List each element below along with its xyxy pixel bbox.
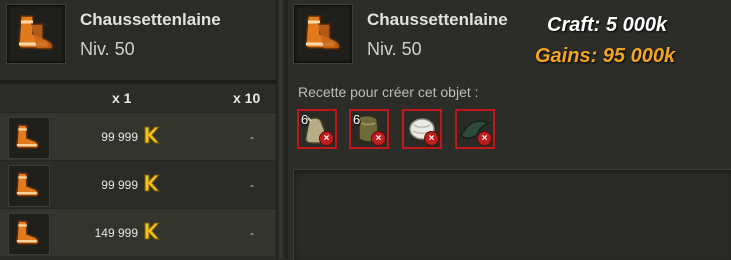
left-separator (0, 80, 276, 84)
ingredient-quantity: 6 (353, 112, 361, 127)
left-item-level: Niv. 50 (80, 39, 135, 59)
price-x10: - (250, 130, 254, 144)
left-item-icon-frame[interactable] (6, 4, 66, 64)
wool-socks-icon (302, 12, 344, 56)
missing-icon: × (372, 132, 385, 145)
ingredient-slot[interactable]: × (455, 109, 495, 149)
table-row[interactable]: 99 999 - (0, 112, 276, 160)
panel-divider (276, 0, 288, 259)
price-x1: 99 999 (101, 130, 138, 144)
right-item-level: Niv. 50 (367, 39, 422, 59)
ingredient-quantity: 6 (301, 112, 309, 127)
price-x1: 149 999 (94, 226, 138, 240)
right-item-header: Chaussettenlaine Niv. 50 (293, 4, 508, 64)
recipe-details-box (293, 169, 731, 260)
right-item-icon-frame[interactable] (293, 4, 353, 64)
wool-socks-icon (15, 12, 57, 56)
price-table: 99 999 - 99 999 - 149 999 - (0, 112, 276, 256)
ingredient-slot[interactable]: 6 × (297, 109, 337, 149)
craft-cost-overlay: Craft: 5 000k (547, 14, 668, 36)
kama-icon (142, 173, 161, 198)
gains-overlay: Gains: 95 000k (535, 45, 676, 67)
missing-icon: × (320, 132, 333, 145)
recipe-label: Recette pour créer cet objet : (298, 84, 479, 100)
price-x1: 99 999 (101, 178, 138, 192)
wool-socks-icon (8, 213, 50, 255)
ingredient-slot[interactable]: × (402, 109, 442, 149)
wool-socks-icon (8, 117, 50, 159)
ingredient-slot[interactable]: 6 × (349, 109, 389, 149)
table-row[interactable]: 149 999 - (0, 208, 276, 256)
kama-icon (142, 221, 161, 246)
right-item-name: Chaussettenlaine (367, 10, 508, 29)
column-x10-header[interactable]: x 10 (233, 90, 260, 106)
table-row[interactable]: 99 999 - (0, 160, 276, 208)
missing-icon: × (425, 132, 438, 145)
missing-icon: × (478, 132, 491, 145)
wool-socks-icon (8, 165, 50, 207)
price-x10: - (250, 226, 254, 240)
left-item-header: Chaussettenlaine Niv. 50 (6, 4, 221, 64)
column-x1-header[interactable]: x 1 (112, 90, 131, 106)
kama-icon (142, 125, 161, 150)
left-item-name: Chaussettenlaine (80, 10, 221, 29)
price-x10: - (250, 178, 254, 192)
